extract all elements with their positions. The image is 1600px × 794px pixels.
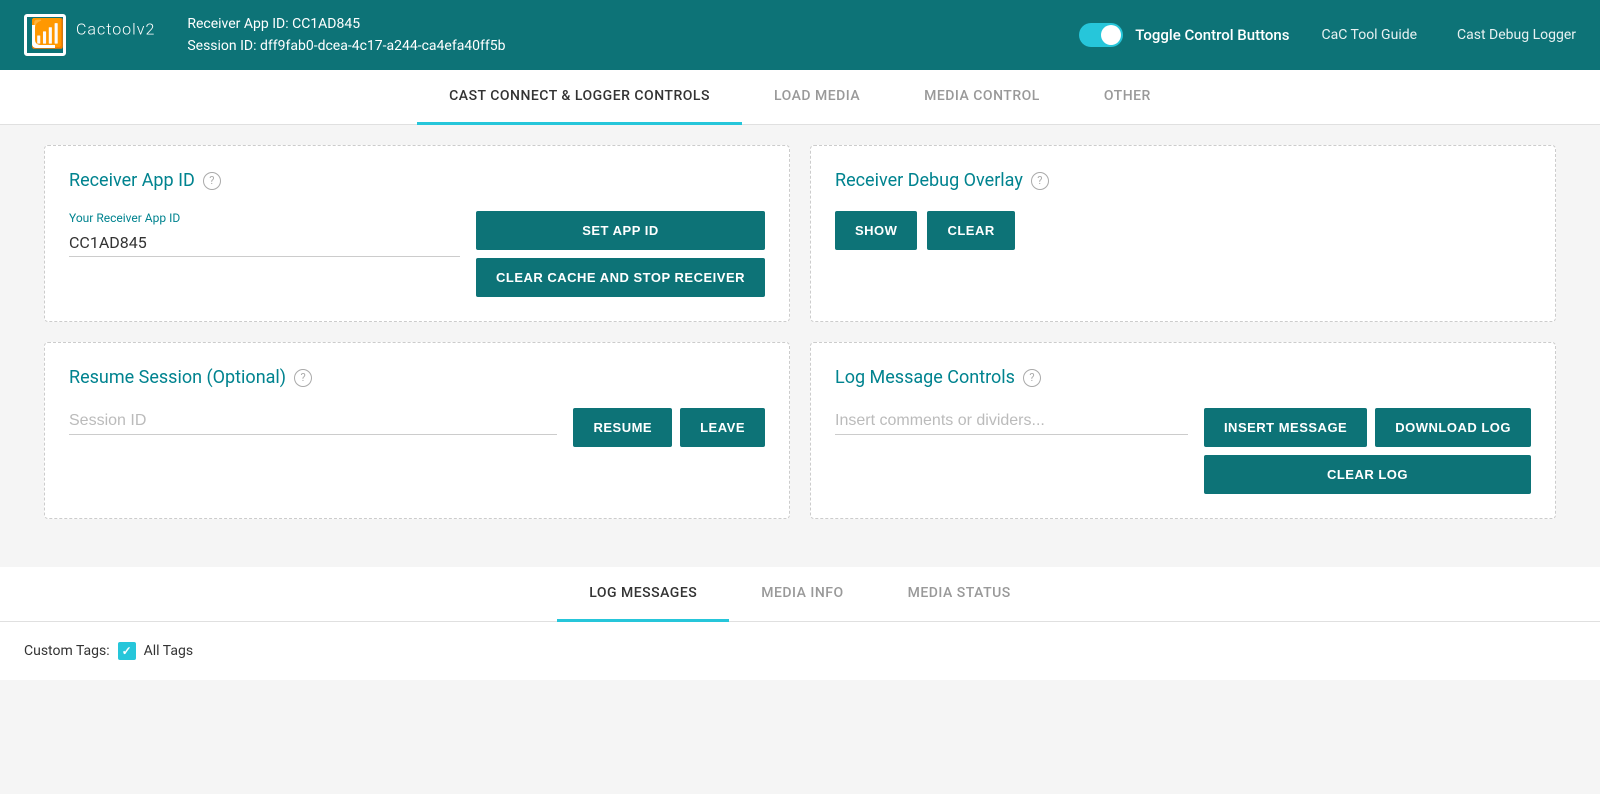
session-id-info: Session ID: dff9fab0-dcea-4c17-a244-ca4e… xyxy=(187,35,1079,57)
session-id-value: dff9fab0-dcea-4c17-a244-ca4efa40ff5b xyxy=(260,38,506,54)
custom-tags-row: Custom Tags: All Tags xyxy=(24,642,1576,660)
top-grid: Receiver App ID ? Your Receiver App ID C… xyxy=(44,145,1556,519)
receiver-app-id-input-area: Your Receiver App ID CC1AD845 xyxy=(69,211,460,257)
clear-overlay-button[interactable]: CLEAR xyxy=(927,211,1014,250)
receiver-app-id-info: Receiver App ID: CC1AD845 xyxy=(187,13,1079,35)
receiver-app-id-body: Your Receiver App ID CC1AD845 SET APP ID… xyxy=(69,211,765,297)
app-header: 📶 Cactoolv2 Receiver App ID: CC1AD845 Se… xyxy=(0,0,1600,70)
receiver-app-id-input-label: Your Receiver App ID xyxy=(69,211,460,225)
resume-session-buttons: RESUME LEAVE xyxy=(573,408,765,447)
resume-button[interactable]: RESUME xyxy=(573,408,672,447)
toggle-control-buttons[interactable] xyxy=(1079,23,1123,47)
tab-cast-connect[interactable]: CAST CONNECT & LOGGER CONTROLS xyxy=(417,70,742,125)
tab-media-info[interactable]: MEDIA INFO xyxy=(729,567,875,622)
all-tags-label: All Tags xyxy=(144,643,193,659)
tab-other[interactable]: OTHER xyxy=(1072,70,1183,125)
receiver-app-id-buttons: SET APP ID CLEAR CACHE AND STOP RECEIVER xyxy=(476,211,765,297)
header-info: Receiver App ID: CC1AD845 Session ID: df… xyxy=(187,13,1079,58)
receiver-debug-help-icon[interactable]: ? xyxy=(1031,172,1049,190)
tab-log-messages[interactable]: LOG MESSAGES xyxy=(557,567,729,622)
cast-debug-logger-link[interactable]: Cast Debug Logger xyxy=(1457,27,1576,43)
receiver-app-id-help-icon[interactable]: ? xyxy=(203,172,221,190)
logo-text: Cactoolv2 xyxy=(76,19,155,52)
tab-media-status[interactable]: MEDIA STATUS xyxy=(876,567,1043,622)
receiver-app-id-title-text: Receiver App ID xyxy=(69,170,195,191)
receiver-app-id-label: Receiver App ID: xyxy=(187,16,288,32)
receiver-debug-title: Receiver Debug Overlay ? xyxy=(835,170,1531,191)
resume-session-title: Resume Session (Optional) ? xyxy=(69,367,765,388)
resume-session-body: RESUME LEAVE xyxy=(69,408,765,447)
set-app-id-button[interactable]: SET APP ID xyxy=(476,211,765,250)
log-btn-row-top: INSERT MESSAGE DOWNLOAD LOG xyxy=(1204,408,1531,447)
logo-name: Cactool xyxy=(76,19,137,38)
wifi-icon: 📶 xyxy=(30,17,65,50)
logo: 📶 Cactoolv2 xyxy=(24,14,155,56)
clear-cache-button[interactable]: CLEAR CACHE AND STOP RECEIVER xyxy=(476,258,765,297)
log-message-title-text: Log Message Controls xyxy=(835,367,1015,388)
cast-icon: 📶 xyxy=(24,14,66,56)
log-buttons: INSERT MESSAGE DOWNLOAD LOG CLEAR LOG xyxy=(1204,408,1531,494)
log-message-help-icon[interactable]: ? xyxy=(1023,369,1041,387)
toggle-label: Toggle Control Buttons xyxy=(1135,26,1289,44)
resume-session-help-icon[interactable]: ? xyxy=(294,369,312,387)
show-overlay-button[interactable]: SHOW xyxy=(835,211,917,250)
header-links: CaC Tool Guide Cast Debug Logger xyxy=(1322,27,1577,43)
insert-message-button[interactable]: INSERT MESSAGE xyxy=(1204,408,1367,447)
receiver-app-id-title: Receiver App ID ? xyxy=(69,170,765,191)
receiver-debug-overlay-card: Receiver Debug Overlay ? SHOW CLEAR xyxy=(810,145,1556,322)
session-id-label: Session ID: xyxy=(187,38,256,54)
receiver-debug-buttons: SHOW CLEAR xyxy=(835,211,1531,250)
download-log-button[interactable]: DOWNLOAD LOG xyxy=(1375,408,1531,447)
log-message-input[interactable] xyxy=(835,408,1188,435)
log-message-title: Log Message Controls ? xyxy=(835,367,1531,388)
receiver-app-id-value: CC1AD845 xyxy=(292,16,360,32)
toggle-area: Toggle Control Buttons xyxy=(1079,23,1289,47)
log-message-body: INSERT MESSAGE DOWNLOAD LOG CLEAR LOG xyxy=(835,408,1531,494)
bottom-tabs: LOG MESSAGES MEDIA INFO MEDIA STATUS xyxy=(0,567,1600,622)
receiver-app-id-card: Receiver App ID ? Your Receiver App ID C… xyxy=(44,145,790,322)
cac-tool-guide-link[interactable]: CaC Tool Guide xyxy=(1322,27,1418,43)
clear-log-button[interactable]: CLEAR LOG xyxy=(1204,455,1531,494)
log-message-controls-card: Log Message Controls ? INSERT MESSAGE DO… xyxy=(810,342,1556,519)
main-tabs: CAST CONNECT & LOGGER CONTROLS LOAD MEDI… xyxy=(0,70,1600,125)
bottom-section: LOG MESSAGES MEDIA INFO MEDIA STATUS Cus… xyxy=(0,567,1600,680)
session-id-input[interactable] xyxy=(69,408,557,435)
resume-session-title-text: Resume Session (Optional) xyxy=(69,367,286,388)
receiver-debug-title-text: Receiver Debug Overlay xyxy=(835,170,1023,191)
custom-tags-label: Custom Tags: xyxy=(24,643,110,659)
log-input-area xyxy=(835,408,1188,435)
main-content: Receiver App ID ? Your Receiver App ID C… xyxy=(20,125,1580,559)
session-id-input-area xyxy=(69,408,557,435)
leave-button[interactable]: LEAVE xyxy=(680,408,765,447)
bottom-content: Custom Tags: All Tags xyxy=(0,622,1600,680)
tab-media-control[interactable]: MEDIA CONTROL xyxy=(892,70,1072,125)
logo-version: v2 xyxy=(137,19,156,38)
tab-load-media[interactable]: LOAD MEDIA xyxy=(742,70,892,125)
receiver-app-id-input-value: CC1AD845 xyxy=(69,229,460,257)
resume-session-card: Resume Session (Optional) ? RESUME LEAVE xyxy=(44,342,790,519)
all-tags-checkbox[interactable] xyxy=(118,642,136,660)
